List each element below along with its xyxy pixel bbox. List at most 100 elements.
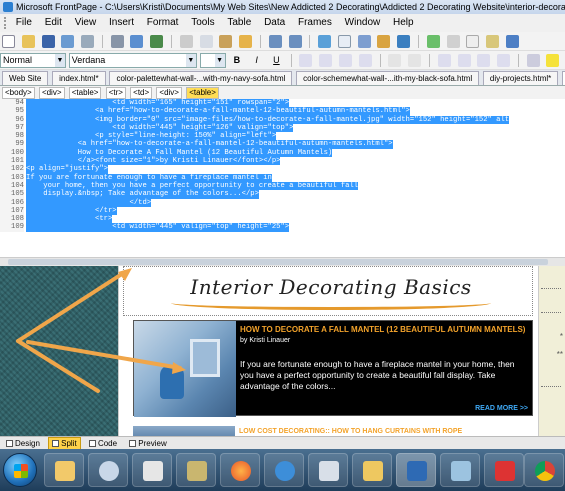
hyperlink-icon[interactable] bbox=[397, 35, 411, 48]
code-line[interactable]: 99 <a href="how-to-decorate-a-fall-mante… bbox=[0, 140, 565, 149]
decrease-font-icon[interactable] bbox=[408, 54, 422, 67]
code-line[interactable]: 105 display.&nbsp; Take advantage of the… bbox=[0, 190, 565, 199]
taskbar-media[interactable] bbox=[88, 453, 128, 487]
align-center-icon[interactable] bbox=[319, 54, 333, 67]
code-line-text[interactable]: If you are fortunate enough to have a fi… bbox=[26, 173, 272, 182]
code-line[interactable]: 96 <img border="0" src="image-files/how-… bbox=[0, 115, 565, 124]
font-size-select[interactable]: ▼ bbox=[199, 53, 226, 68]
code-line[interactable]: 94 <td width="165" height="151" rowspan=… bbox=[0, 99, 565, 108]
tag-body[interactable]: <body> bbox=[2, 87, 35, 99]
decrease-indent-icon[interactable] bbox=[477, 54, 491, 67]
code-line[interactable]: 107 </tr> bbox=[0, 206, 565, 216]
preview-icon[interactable] bbox=[130, 35, 144, 48]
code-line[interactable]: 97 <td width="445" height="126" valign="… bbox=[0, 123, 565, 133]
menu-tools[interactable]: Tools bbox=[191, 17, 214, 28]
tag-tr[interactable]: <tr> bbox=[105, 87, 126, 99]
code-line-text[interactable]: <img border="0" src="image-files/how-to-… bbox=[26, 115, 510, 124]
menu-help[interactable]: Help bbox=[393, 17, 414, 28]
borders-icon[interactable] bbox=[526, 54, 540, 67]
print-icon[interactable] bbox=[110, 35, 124, 48]
save-icon[interactable] bbox=[41, 35, 55, 48]
highlight-icon[interactable] bbox=[546, 54, 560, 67]
open-folder-icon[interactable] bbox=[21, 35, 35, 48]
chevron-down-icon[interactable]: ▼ bbox=[214, 54, 225, 67]
design-view[interactable]: Interior Decorating Basics HOW TO DECORA… bbox=[0, 266, 565, 436]
taskbar-folder[interactable] bbox=[352, 453, 392, 487]
bullets-icon[interactable] bbox=[457, 54, 471, 67]
increase-indent-icon[interactable] bbox=[497, 54, 511, 67]
code-line[interactable]: 95 <a href="how-to-decorate-a-fall-mante… bbox=[0, 107, 565, 116]
menu-insert[interactable]: Insert bbox=[109, 17, 134, 28]
tag-table-selected[interactable]: <table> bbox=[186, 87, 219, 99]
bold-button[interactable]: B bbox=[230, 54, 243, 67]
taskbar-frontpage-web[interactable] bbox=[308, 453, 348, 487]
article-card[interactable]: HOW TO DECORATE A FALL MANTEL (12 BEAUTI… bbox=[133, 320, 533, 417]
refresh-icon[interactable] bbox=[426, 35, 440, 48]
increase-font-icon[interactable] bbox=[388, 54, 402, 67]
page-canvas[interactable]: Interior Decorating Basics HOW TO DECORA… bbox=[118, 266, 538, 436]
spelling-icon[interactable] bbox=[150, 35, 164, 48]
menu-grip[interactable] bbox=[4, 17, 7, 29]
tab-color-palette[interactable]: color-palettewhat-wall-...with-my-navy-s… bbox=[109, 71, 293, 85]
code-line-text[interactable]: </a><font size="1">by Kristi Linauer</fo… bbox=[26, 157, 281, 166]
taskbar-acrobat[interactable] bbox=[484, 453, 524, 487]
cut-icon[interactable] bbox=[179, 35, 193, 48]
font-select[interactable]: Verdana ▼ bbox=[68, 53, 197, 68]
code-line-text[interactable]: <p align="justify"> bbox=[26, 165, 108, 174]
taskbar-word[interactable] bbox=[396, 453, 436, 487]
web-component-icon[interactable] bbox=[81, 35, 95, 48]
code-line-text[interactable]: How to Decorate A Fall Mantel (12 Beauti… bbox=[26, 148, 333, 158]
code-line-text[interactable]: <p style="line-height: 150%" align="left… bbox=[26, 132, 277, 141]
scrollbar-thumb[interactable] bbox=[8, 259, 548, 265]
code-line[interactable]: 109 <td width="445" valign="top" height=… bbox=[0, 223, 565, 232]
code-line-text[interactable]: </tr> bbox=[26, 206, 117, 216]
code-line[interactable]: 100 How to Decorate A Fall Mantel (12 Be… bbox=[0, 148, 565, 158]
code-line[interactable]: 106 </td> bbox=[0, 198, 565, 207]
menu-file[interactable]: File bbox=[16, 17, 32, 28]
code-line[interactable]: 104 your home, then you have a perfect o… bbox=[0, 181, 565, 191]
article-thumbnail[interactable] bbox=[134, 321, 236, 417]
align-right-icon[interactable] bbox=[339, 54, 353, 67]
format-painter-icon[interactable] bbox=[239, 35, 253, 48]
insert-table-icon[interactable] bbox=[337, 35, 351, 48]
chevron-down-icon[interactable]: ▼ bbox=[185, 54, 196, 67]
code-line[interactable]: 103 If you are fortunate enough to have a… bbox=[0, 173, 565, 182]
taskbar-firefox[interactable] bbox=[220, 453, 260, 487]
code-line-text[interactable]: <td width="165" height="151" rowspan="2"… bbox=[26, 99, 290, 108]
code-line[interactable]: 102 <p align="justify"> bbox=[0, 165, 565, 174]
code-line-text[interactable]: <a href="how-to-decorate-a-fall-mantel-1… bbox=[26, 107, 410, 116]
tag-table[interactable]: <table> bbox=[68, 87, 102, 99]
underline-button[interactable]: U bbox=[270, 54, 283, 67]
code-line-text[interactable]: <td width="445" height="126" valign="top… bbox=[26, 123, 294, 133]
taskbar-paint[interactable] bbox=[132, 453, 172, 487]
article-title[interactable]: HOW TO DECORATE A FALL MANTEL (12 BEAUTI… bbox=[240, 325, 525, 334]
insert-picture-icon[interactable] bbox=[377, 35, 391, 48]
taskbar-app[interactable] bbox=[176, 453, 216, 487]
tab-color-scheme[interactable]: color-schemewhat-wall-...ith-my-black-so… bbox=[296, 71, 480, 85]
code-line[interactable]: 98 <p style="line-height: 150%" align="l… bbox=[0, 132, 565, 141]
taskbar-ie[interactable] bbox=[264, 453, 304, 487]
redo-icon[interactable] bbox=[288, 35, 302, 48]
style-select[interactable]: Normal ▼ bbox=[0, 53, 66, 68]
new-page-icon[interactable] bbox=[2, 35, 15, 48]
folder-list-icon[interactable] bbox=[486, 35, 500, 48]
code-line-text[interactable]: </td> bbox=[26, 198, 152, 207]
tab-diy-projects[interactable]: diy-projects.html* bbox=[482, 71, 559, 85]
code-line-text[interactable]: <td width="445" valign="top" height="25"… bbox=[26, 223, 290, 232]
publish-icon[interactable] bbox=[61, 35, 75, 48]
web-component-insert-icon[interactable] bbox=[318, 35, 332, 48]
menu-frames[interactable]: Frames bbox=[298, 17, 332, 28]
article2-thumbnail[interactable] bbox=[133, 426, 235, 436]
justify-icon[interactable] bbox=[358, 54, 372, 67]
paste-icon[interactable] bbox=[219, 35, 233, 48]
tag-div[interactable]: <div> bbox=[38, 87, 65, 99]
menu-format[interactable]: Format bbox=[147, 17, 179, 28]
code-line[interactable]: 101 </a><font size="1">by Kristi Linauer… bbox=[0, 157, 565, 166]
article2-title[interactable]: LOW COST DECORATING:: HOW TO HANG CURTAI… bbox=[239, 428, 462, 435]
tag-td[interactable]: <td> bbox=[130, 87, 153, 99]
tab-web-site[interactable]: Web Site bbox=[2, 71, 49, 85]
tag-div[interactable]: <div> bbox=[156, 87, 182, 99]
show-all-icon[interactable] bbox=[466, 35, 480, 48]
chevron-down-icon[interactable]: ▼ bbox=[55, 54, 65, 67]
code-line-text[interactable]: <tr> bbox=[26, 215, 113, 224]
